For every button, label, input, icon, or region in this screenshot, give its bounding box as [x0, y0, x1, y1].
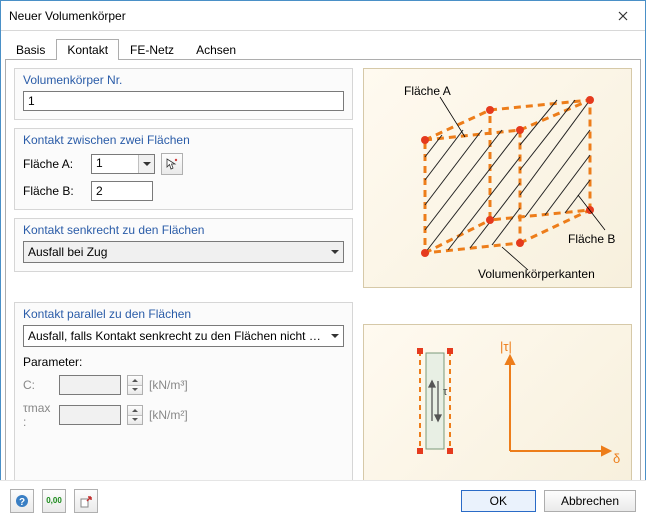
surface-a-select[interactable]: 1: [91, 154, 155, 174]
arrow-up-icon: [132, 379, 138, 382]
arrow-down-icon: [132, 418, 138, 421]
right-column: Fläche A Fläche B Volumenkörperkanten: [363, 68, 632, 482]
pick-surface-button[interactable]: [161, 153, 183, 175]
c-spinner: [127, 375, 143, 395]
arrow-down-icon: [132, 388, 138, 391]
preview-3d-illustration: Fläche A Fläche B Volumenkörperkanten: [370, 75, 625, 281]
label-surface-b: Fläche B:: [23, 184, 85, 198]
surface-b-input[interactable]: 2: [91, 181, 153, 201]
tab-basis[interactable]: Basis: [5, 39, 56, 60]
parallel-value: Ausfall, falls Kontakt senkrecht zu den …: [28, 329, 328, 343]
group-contact-parallel: Kontakt parallel zu den Flächen Ausfall,…: [14, 302, 353, 482]
label-face-b: Fläche B: [568, 232, 615, 246]
help-icon: ?: [15, 494, 29, 508]
dialog-footer: ? 0,00 OK Abbrechen: [0, 480, 646, 520]
surface-a-dropdown-button[interactable]: [138, 155, 154, 173]
cursor-pick-icon: [165, 157, 179, 171]
c-input: [59, 375, 121, 395]
parameter-label: Parameter:: [23, 355, 344, 369]
row-surface-b: Fläche B: 2: [23, 181, 344, 201]
title-bar: Neuer Volumenkörper: [1, 1, 645, 31]
preview-top: Fläche A Fläche B Volumenkörperkanten: [363, 68, 632, 288]
svg-text:?: ?: [19, 497, 25, 508]
perpendicular-select[interactable]: Ausfall bei Zug: [23, 241, 344, 263]
volume-number-input[interactable]: [23, 91, 344, 111]
group-legend: Kontakt senkrecht zu den Flächen: [23, 223, 344, 237]
arrow-up-icon: [132, 409, 138, 412]
help-button[interactable]: ?: [10, 489, 34, 513]
label-surface-a: Fläche A:: [23, 157, 85, 171]
tmax-input: [59, 405, 121, 425]
preview-graph-illustration: τ |τ| δ: [370, 331, 625, 475]
group-contact-perpendicular: Kontakt senkrecht zu den Flächen Ausfall…: [14, 218, 353, 272]
chevron-down-icon: [331, 250, 339, 254]
perpendicular-value: Ausfall bei Zug: [28, 245, 107, 259]
row-c: C: [kN/m³]: [23, 375, 344, 395]
axis-tau: |τ|: [500, 339, 512, 354]
label-face-a: Fläche A: [404, 84, 451, 98]
tab-fenetz[interactable]: FE-Netz: [119, 39, 185, 60]
label-c: C:: [23, 378, 53, 392]
cancel-button[interactable]: Abbrechen: [544, 490, 636, 512]
group-contact-surfaces: Kontakt zwischen zwei Flächen Fläche A: …: [14, 128, 353, 210]
chevron-down-icon: [143, 162, 151, 166]
parallel-select[interactable]: Ausfall, falls Kontakt senkrecht zu den …: [23, 325, 344, 347]
group-legend: Volumenkörper Nr.: [23, 73, 344, 87]
preview-bottom: τ |τ| δ: [363, 324, 632, 482]
ok-button[interactable]: OK: [461, 490, 536, 512]
export-icon: [79, 494, 93, 508]
tab-strip: Basis Kontakt FE-Netz Achsen: [5, 37, 641, 59]
window-title: Neuer Volumenkörper: [9, 9, 126, 23]
close-button[interactable]: [601, 1, 645, 31]
tab-kontakt[interactable]: Kontakt: [56, 39, 119, 60]
axis-delta: δ: [613, 451, 620, 466]
label-tmax: τmax :: [23, 401, 53, 429]
row-tmax: τmax : [kN/m²]: [23, 401, 344, 429]
surface-b-value: 2: [92, 183, 152, 199]
surface-a-value: 1: [92, 155, 138, 173]
units-button[interactable]: 0,00: [42, 489, 66, 513]
chevron-down-icon: [331, 334, 339, 338]
label-edges: Volumenkörperkanten: [478, 267, 595, 281]
group-legend: Kontakt zwischen zwei Flächen: [23, 133, 344, 147]
group-volume-number: Volumenkörper Nr.: [14, 68, 353, 120]
tab-content: Volumenkörper Nr. Kontakt zwischen zwei …: [5, 59, 641, 491]
spacer: [14, 280, 353, 294]
row-surface-a: Fläche A: 1: [23, 153, 344, 175]
tmax-spinner: [127, 405, 143, 425]
unit-tmax: [kN/m²]: [149, 408, 188, 422]
units-icon: 0,00: [46, 496, 62, 505]
left-column: Volumenkörper Nr. Kontakt zwischen zwei …: [14, 68, 353, 482]
svg-text:τ: τ: [443, 386, 448, 398]
tab-achsen[interactable]: Achsen: [185, 39, 247, 60]
group-legend: Kontakt parallel zu den Flächen: [23, 307, 344, 321]
unit-c: [kN/m³]: [149, 378, 188, 392]
export-button[interactable]: [74, 489, 98, 513]
close-icon: [618, 11, 628, 21]
